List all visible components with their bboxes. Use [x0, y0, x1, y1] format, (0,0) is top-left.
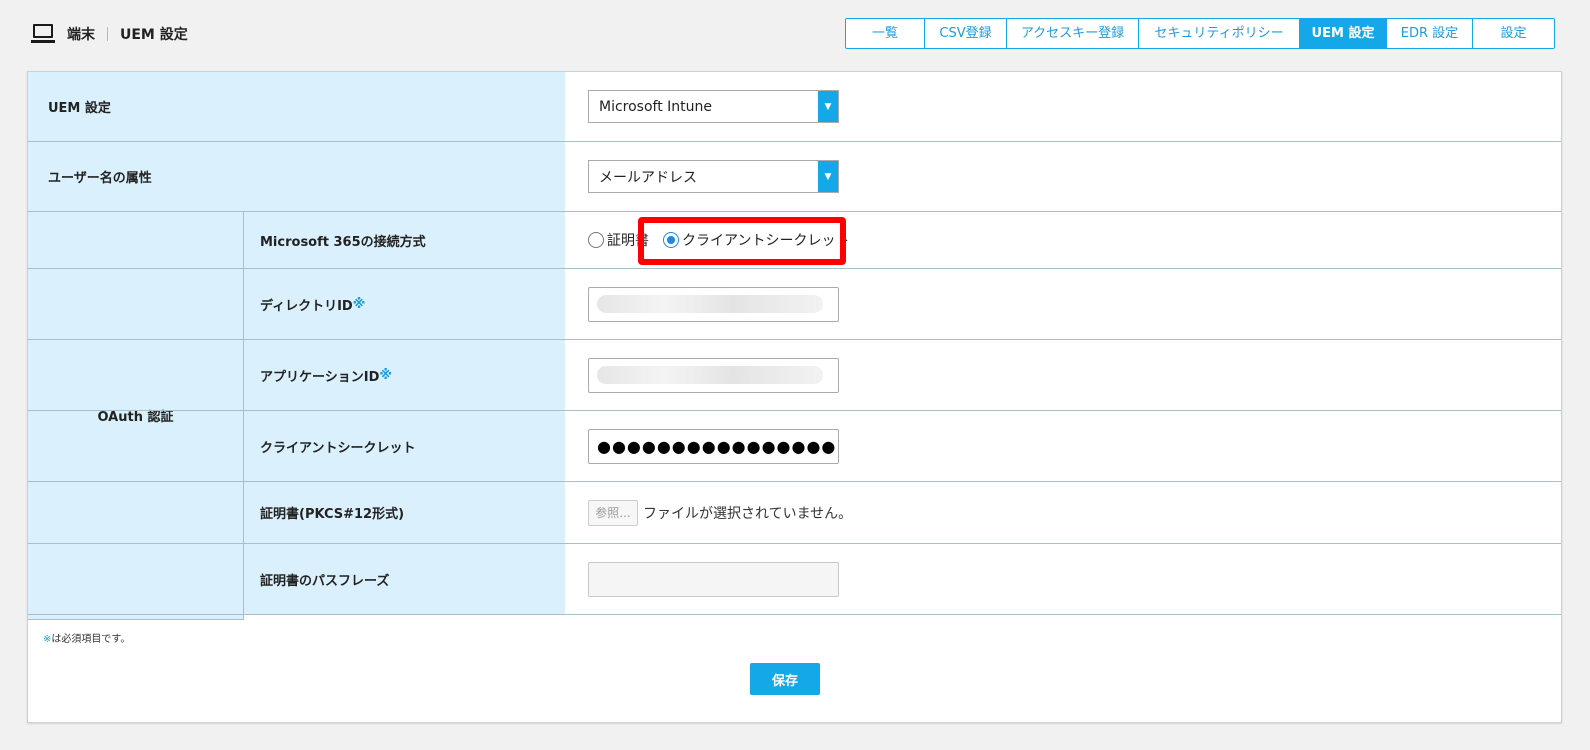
- redacted-value: [597, 295, 823, 313]
- directory-id-label: ディレクトリID: [260, 298, 353, 314]
- breadcrumb-root[interactable]: 端末: [67, 24, 95, 44]
- radio-client-secret[interactable]: [663, 232, 679, 248]
- tab-list[interactable]: 一覧: [846, 19, 925, 48]
- radio-certificate-label[interactable]: 証明書: [607, 230, 649, 250]
- uem-setting-row: UEM 設定 Microsoft Intune ▼: [28, 72, 1561, 142]
- save-button[interactable]: 保存: [750, 663, 820, 695]
- application-id-input[interactable]: [588, 357, 839, 393]
- laptop-icon: [31, 24, 55, 44]
- tab-csv-register[interactable]: CSV登録: [925, 19, 1007, 48]
- client-secret-masked-value: ●●●●●●●●●●●●●●●●: [597, 436, 837, 456]
- required-mark: ※: [379, 367, 393, 383]
- username-attribute-row: ユーザー名の属性 メールアドレス ▼: [28, 142, 1561, 212]
- uem-settings-form: UEM 設定 Microsoft Intune ▼ ユーザー名の属性 メールアド…: [27, 71, 1562, 723]
- uem-setting-label: UEM 設定: [28, 72, 565, 141]
- required-note-text: は必須項目です。: [51, 634, 131, 645]
- passphrase-row: 証明書のパスフレーズ: [28, 544, 1561, 615]
- client-secret-label: クライアントシークレット: [244, 411, 565, 481]
- passphrase-input[interactable]: [588, 561, 839, 597]
- radio-certificate[interactable]: [588, 232, 604, 248]
- chevron-down-icon: ▼: [818, 161, 838, 192]
- tab-bar: 一覧 CSV登録 アクセスキー登録 セキュリティポリシー UEM 設定 EDR …: [845, 18, 1555, 49]
- username-attribute-value: メールアドレス: [599, 169, 697, 186]
- radio-client-secret-label[interactable]: クライアントシークレット: [682, 230, 849, 250]
- certificate-row: 証明書(PKCS#12形式) 参照... ファイルが選択されていません。: [28, 482, 1561, 544]
- application-id-row: アプリケーションID ※: [28, 340, 1561, 411]
- directory-id-input[interactable]: [588, 286, 839, 322]
- tab-edr-settings[interactable]: EDR 設定: [1387, 19, 1473, 48]
- required-note: ※は必須項目です。: [43, 630, 130, 645]
- certificate-label: 証明書(PKCS#12形式): [244, 482, 565, 543]
- client-secret-input[interactable]: ●●●●●●●●●●●●●●●●: [588, 428, 839, 464]
- page-title: UEM 設定: [120, 27, 188, 43]
- tab-access-key-register[interactable]: アクセスキー登録: [1007, 19, 1139, 48]
- file-status-text: ファイルが選択されていません。: [643, 505, 853, 522]
- client-secret-row: クライアントシークレット ●●●●●●●●●●●●●●●●: [28, 411, 1561, 482]
- breadcrumb: 端末 UEM 設定: [31, 22, 188, 46]
- tab-uem-settings[interactable]: UEM 設定: [1300, 19, 1387, 48]
- connection-method-radio-group: 証明書 クライアントシークレット: [588, 230, 863, 250]
- tab-security-policy[interactable]: セキュリティポリシー: [1139, 19, 1300, 48]
- breadcrumb-separator: [107, 27, 108, 41]
- username-attribute-select[interactable]: メールアドレス ▼: [588, 160, 839, 193]
- required-mark: ※: [352, 296, 366, 312]
- connection-method-row: Microsoft 365の接続方式 証明書 クライアントシークレット: [28, 212, 1561, 269]
- uem-select[interactable]: Microsoft Intune ▼: [588, 90, 839, 123]
- passphrase-label: 証明書のパスフレーズ: [244, 544, 565, 614]
- browse-file-button[interactable]: 参照...: [588, 499, 638, 526]
- chevron-down-icon: ▼: [818, 91, 838, 122]
- uem-select-value: Microsoft Intune: [599, 98, 713, 115]
- username-attribute-label: ユーザー名の属性: [28, 142, 565, 211]
- redacted-value: [597, 366, 823, 384]
- application-id-label: アプリケーションID: [260, 369, 380, 385]
- tab-settings[interactable]: 設定: [1473, 19, 1554, 48]
- connection-method-label: Microsoft 365の接続方式: [244, 212, 565, 268]
- directory-id-row: ディレクトリID ※: [28, 269, 1561, 340]
